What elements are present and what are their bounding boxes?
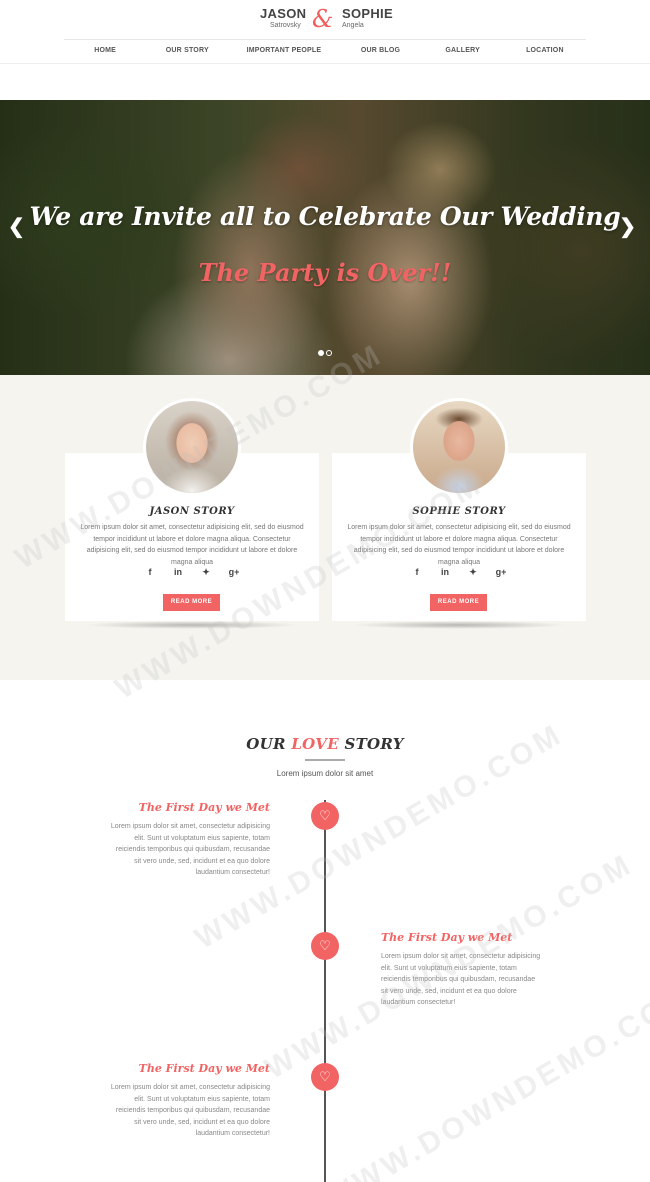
nav-our-blog[interactable]: OUR BLOG — [339, 40, 421, 62]
timeline-event-text: Lorem ipsum dolor sit amet, consectetur … — [381, 953, 541, 1007]
nav-gallery[interactable]: GALLERY — [422, 40, 504, 62]
nav-important-people[interactable]: IMPORTANT PEOPLE — [228, 40, 339, 62]
timeline-event-text: Lorem ipsum dolor sit amet, consectetur … — [110, 1084, 270, 1138]
timeline-line — [324, 800, 326, 1182]
bride-surname: Angela — [342, 22, 364, 29]
social-links: f in ✦ g+ — [409, 567, 509, 578]
chevron-left-icon[interactable]: ❮ — [8, 217, 25, 237]
read-more-button[interactable]: READ MORE — [430, 594, 487, 611]
facebook-icon[interactable]: f — [142, 567, 158, 578]
main-nav: HOME OUR STORY IMPORTANT PEOPLE OUR BLOG… — [64, 40, 586, 62]
timeline-event-title: The First Day we Met — [381, 931, 513, 944]
chevron-right-icon[interactable]: ❯ — [619, 217, 636, 237]
hero-slider: We are Invite all to Celebrate Our Weddi… — [0, 100, 650, 375]
twitter-icon[interactable]: ✦ — [198, 567, 214, 578]
nav-home[interactable]: HOME — [64, 40, 146, 62]
read-more-button[interactable]: READ MORE — [163, 594, 220, 611]
google-plus-icon[interactable]: g+ — [493, 567, 509, 578]
nav-our-story[interactable]: OUR STORY — [146, 40, 228, 62]
timeline-event-text: Lorem ipsum dolor sit amet, consectetur … — [110, 823, 270, 877]
groom-block: JASON Satrovsky — [260, 6, 307, 31]
groom-surname: Satrovsky — [270, 22, 301, 29]
hero-title: We are Invite all to Celebrate Our Weddi… — [29, 202, 621, 231]
love-story-section: OUR LOVE STORY Lorem ipsum dolor sit ame… — [0, 680, 650, 1182]
social-links: f in ✦ g+ — [142, 567, 242, 578]
timeline-event-title: The First Day we Met — [138, 801, 270, 814]
story-text: Lorem ipsum dolor sit amet, consectetur … — [80, 524, 304, 566]
avatar-groom — [413, 401, 505, 493]
ampersand: & — [312, 5, 334, 33]
linkedin-icon[interactable]: in — [437, 567, 453, 578]
card-shadow — [352, 621, 566, 629]
stories-section: JASON STORY Lorem ipsum dolor sit amet, … — [0, 375, 650, 680]
site-header: JASON Satrovsky & SOPHIE Angela HOME OUR… — [0, 0, 650, 64]
bride-block: SOPHIE Angela — [342, 7, 402, 31]
groom-name: JASON — [260, 6, 307, 21]
twitter-icon[interactable]: ✦ — [465, 567, 481, 578]
story-title: JASON STORY — [149, 506, 235, 517]
couple-logo[interactable]: JASON Satrovsky & SOPHIE Angela — [0, 5, 650, 38]
timeline-event-title: The First Day we Met — [138, 1062, 270, 1075]
heart-icon[interactable]: ♡ — [311, 802, 339, 830]
heart-icon[interactable]: ♡ — [311, 1063, 339, 1091]
title-underline — [305, 759, 345, 761]
story-text: Lorem ipsum dolor sit amet, consectetur … — [347, 524, 571, 566]
nav-location[interactable]: LOCATION — [504, 40, 586, 62]
love-story-subtitle: Lorem ipsum dolor sit amet — [276, 769, 374, 778]
slider-dot-1[interactable] — [318, 350, 324, 356]
hero-subtitle: The Party is Over!! — [198, 258, 452, 287]
story-title: SOPHIE STORY — [412, 506, 506, 517]
heart-icon[interactable]: ♡ — [311, 932, 339, 960]
slider-dots — [318, 350, 332, 356]
linkedin-icon[interactable]: in — [170, 567, 186, 578]
google-plus-icon[interactable]: g+ — [226, 567, 242, 578]
bride-name: SOPHIE — [342, 6, 393, 21]
slider-dot-2[interactable] — [326, 350, 332, 356]
love-story-title: OUR LOVE STORY — [246, 735, 404, 753]
facebook-icon[interactable]: f — [409, 567, 425, 578]
avatar-bride — [146, 401, 238, 493]
card-shadow — [85, 621, 299, 629]
